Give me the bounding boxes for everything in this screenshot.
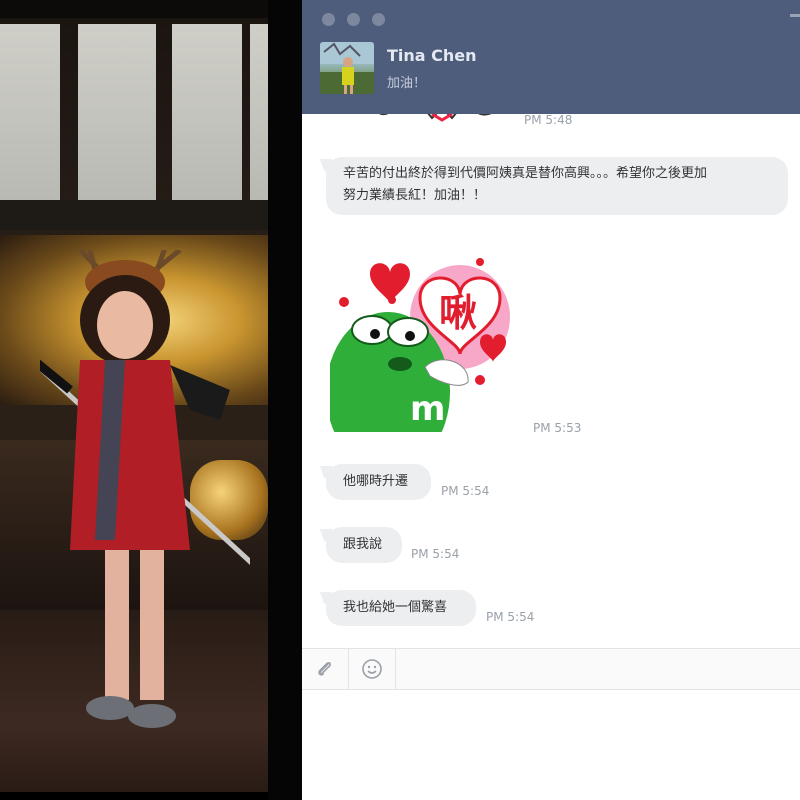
sticker-partial — [379, 114, 492, 122]
contact-name: Tina Chen — [387, 46, 477, 65]
message-time: PM 5:54 — [486, 610, 535, 624]
attach-button[interactable] — [302, 649, 349, 689]
message-text: 跟我說 — [343, 537, 383, 552]
message-input[interactable] — [302, 690, 800, 800]
close-window-button[interactable] — [322, 13, 335, 26]
title-bar: Tina Chen 加油！ — [302, 0, 800, 114]
photo-panel — [0, 0, 268, 792]
message-time: PM 5:48 — [524, 114, 573, 127]
contact-status: 加油！ — [387, 76, 427, 91]
composer-toolbar — [302, 648, 800, 690]
message-bubble[interactable]: 跟我說 — [319, 527, 402, 563]
sticker-text: 啾 — [439, 291, 477, 335]
message-time: PM 5:53 — [533, 421, 582, 435]
minimize-window-button[interactable] — [347, 13, 360, 26]
photo-border — [268, 0, 302, 800]
message-time: PM 5:54 — [411, 547, 460, 561]
sticker-message[interactable]: 啾 m — [326, 252, 512, 472]
chat-window: Tina Chen 加油！ PM 5:48 辛苦的付出終於得到代價阿姨真是替你高… — [302, 0, 800, 800]
menu-icon[interactable] — [790, 14, 800, 17]
emoji-icon — [362, 659, 382, 679]
message-bubble[interactable]: 我也給她一個驚喜 — [319, 590, 476, 626]
message-bubble[interactable]: 他哪時升遷 — [319, 464, 431, 500]
avatar[interactable] — [320, 42, 374, 94]
svg-text:m: m — [410, 389, 445, 429]
emoji-button[interactable] — [349, 649, 396, 689]
message-bubble[interactable]: 辛苦的付出終於得到代價阿姨真是替你高興。。。希望你之後更加 努力業績長紅！加油！… — [319, 157, 788, 215]
message-list[interactable]: PM 5:48 辛苦的付出終於得到代價阿姨真是替你高興。。。希望你之後更加 努力… — [302, 114, 800, 648]
message-text-line: 辛苦的付出終於得到代價阿姨真是替你高興。。。希望你之後更加 — [343, 166, 708, 181]
sticker-image: 啾 m — [326, 258, 510, 472]
person-in-costume — [40, 250, 250, 728]
message-time: PM 5:54 — [441, 484, 490, 498]
zoom-window-button[interactable] — [372, 13, 385, 26]
message-text-line: 努力業績長紅！加油！！ — [343, 188, 487, 203]
message-text: 我也給她一個驚喜 — [343, 600, 448, 615]
paperclip-icon — [318, 661, 332, 676]
message-text: 他哪時升遷 — [343, 474, 409, 489]
